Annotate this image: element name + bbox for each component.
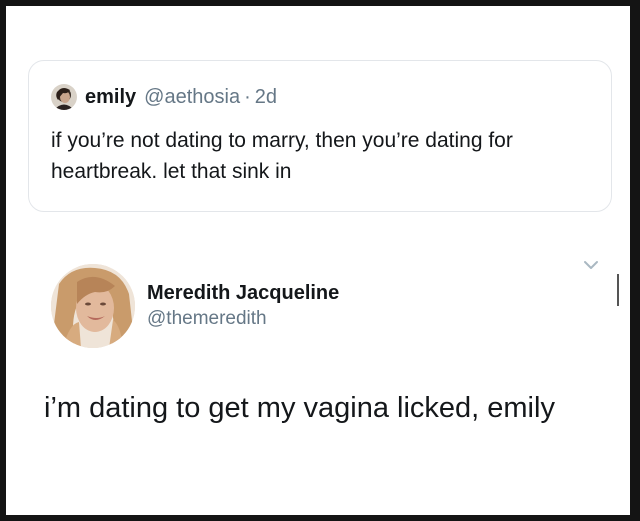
tweet-page: emily @aethosia · 2d if you’re not datin…: [6, 6, 630, 515]
quoted-tweet-timestamp[interactable]: 2d: [255, 86, 277, 109]
quoted-tweet-card[interactable]: emily @aethosia · 2d if you’re not datin…: [28, 60, 612, 212]
quoted-tweet-header: emily @aethosia · 2d: [51, 83, 277, 111]
tweet-author: Meredith Jacqueline @themeredith: [51, 264, 339, 348]
chevron-down-icon[interactable]: [582, 258, 600, 272]
author-avatar[interactable]: [51, 264, 135, 348]
quoted-tweet-text: if you’re not dating to marry, then you’…: [51, 129, 513, 183]
scrollbar[interactable]: [617, 274, 619, 306]
author-display-name[interactable]: Meredith Jacqueline: [147, 280, 339, 306]
author-names: Meredith Jacqueline @themeredith: [147, 280, 339, 332]
quoted-tweet-avatar[interactable]: [51, 84, 77, 110]
quoted-tweet-separator: ·: [244, 85, 251, 108]
tweet-text: i’m dating to get my vagina licked, emil…: [44, 392, 555, 424]
quoted-tweet-handle[interactable]: @aethosia: [144, 86, 240, 109]
quoted-tweet-display-name[interactable]: emily: [85, 86, 136, 109]
image-frame: emily @aethosia · 2d if you’re not datin…: [0, 0, 640, 521]
author-handle[interactable]: @themeredith: [147, 306, 339, 332]
